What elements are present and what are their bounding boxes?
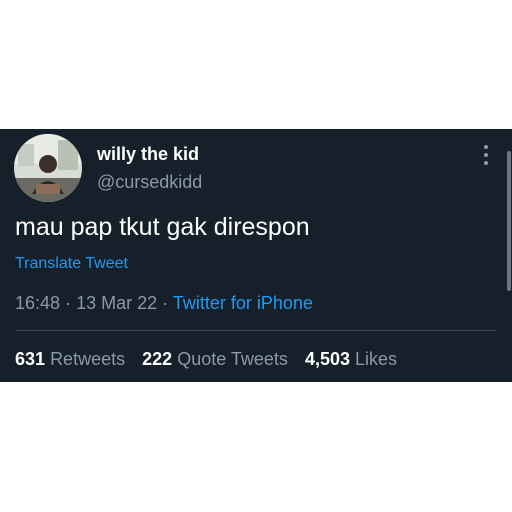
display-name[interactable]: willy the kid [97,144,199,165]
likes-count: 4,503 [304,349,350,369]
tweet-card: willy the kid @cursedkidd mau pap tkut g… [0,129,512,382]
likes-label: Likes [355,349,398,369]
stats-row: 631 Retweets 222 Quote Tweets 4,503 Like… [15,349,409,370]
likes-stat[interactable]: 4,503 Likes [305,349,397,370]
more-options-icon[interactable] [474,143,498,167]
quote-tweets-stat[interactable]: 222 Quote Tweets [142,349,288,370]
tweet-date[interactable]: 13 Mar 22 [76,293,157,313]
user-handle[interactable]: @cursedkidd [97,172,202,193]
scrollbar[interactable] [507,151,511,291]
retweets-count: 631 [15,349,46,369]
tweet-time[interactable]: 16:48 [15,293,60,313]
divider [15,330,497,331]
tweet-meta: 16:48 · 13 Mar 22 · Twitter for iPhone [15,293,313,314]
meta-separator: · [65,293,72,313]
tweet-text: mau pap tkut gak direspon [15,213,310,241]
meta-separator: · [162,293,169,313]
translate-tweet-link[interactable]: Translate Tweet [15,255,128,273]
page: willy the kid @cursedkidd mau pap tkut g… [0,0,512,512]
retweets-stat[interactable]: 631 Retweets [15,349,125,370]
quote-tweets-label: Quote Tweets [177,349,288,369]
quote-tweets-count: 222 [142,349,173,369]
retweets-label: Retweets [50,349,126,369]
avatar[interactable] [14,134,82,202]
tweet-source-link[interactable]: Twitter for iPhone [173,293,313,313]
